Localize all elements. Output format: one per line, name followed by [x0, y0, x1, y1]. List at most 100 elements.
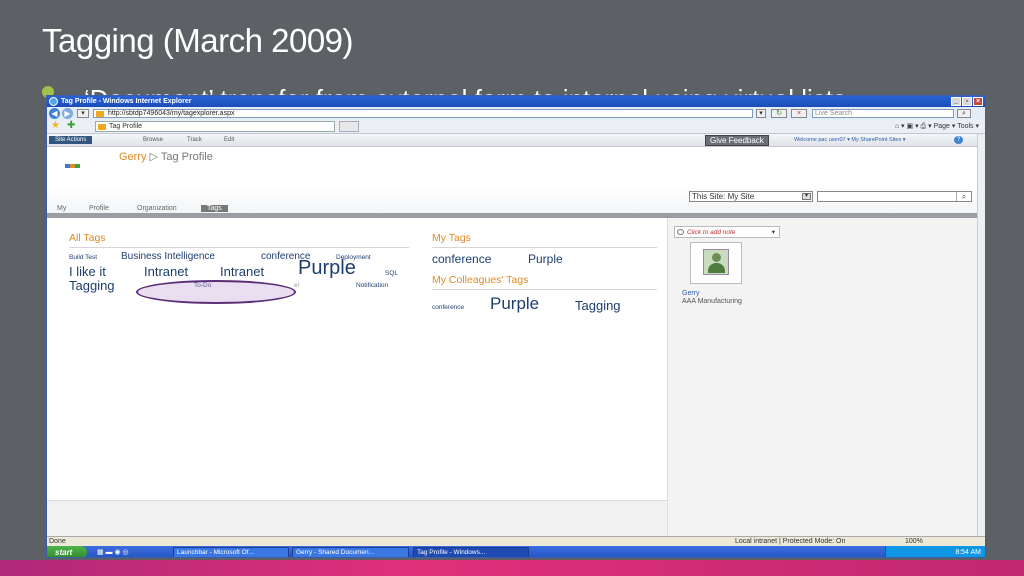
- tag-partial[interactable]: er: [294, 282, 300, 289]
- taskbar-item-tag-profile[interactable]: Tag Profile - Windows...: [413, 547, 529, 557]
- search-icon[interactable]: ⌕: [957, 109, 971, 118]
- stop-button[interactable]: ×: [791, 109, 807, 118]
- add-favorites-icon[interactable]: ✚: [67, 121, 75, 131]
- colleagues-tags-rule: [432, 289, 657, 290]
- refresh-button[interactable]: ↻: [771, 109, 787, 118]
- all-tags-rule: [69, 247, 409, 248]
- forward-button[interactable]: ▶: [62, 108, 73, 119]
- feeds-icon[interactable]: ▣ ▾: [907, 123, 919, 130]
- breadcrumb-separator: ▷: [149, 151, 159, 163]
- tab-tag-profile[interactable]: Tag Profile: [95, 121, 335, 132]
- new-tab-button[interactable]: [339, 121, 359, 132]
- tag-sql[interactable]: SQL: [385, 270, 398, 277]
- person-icon: [703, 249, 729, 275]
- vertical-scrollbar[interactable]: [977, 134, 985, 536]
- all-tags-heading: All Tags: [69, 232, 106, 244]
- history-dropdown[interactable]: ▾: [77, 109, 89, 118]
- profile-name[interactable]: Gerry: [682, 290, 700, 298]
- tab-organization[interactable]: Organization: [137, 205, 177, 212]
- taskbar-item-shared-documents[interactable]: Gerry - Shared Documen...: [292, 547, 409, 557]
- window-title: Tag Profile - Windows Internet Explorer: [61, 98, 192, 105]
- chevron-down-icon: ▾: [771, 229, 775, 236]
- ribbon-tab-browse[interactable]: Browse: [143, 137, 163, 143]
- maximize-button[interactable]: ▫: [962, 97, 972, 106]
- live-search-input[interactable]: Live Search: [812, 109, 954, 118]
- slide-title: Tagging (March 2009): [42, 22, 354, 59]
- system-tray: 8:54 AM: [885, 546, 985, 557]
- add-note-label: Click to add note: [687, 229, 736, 236]
- search-scope-select[interactable]: This Site: My Site ▾: [689, 191, 813, 202]
- window-controls: _ ▫ ×: [951, 97, 983, 106]
- colleague-tag-purple[interactable]: Purple: [490, 294, 539, 314]
- start-button[interactable]: start: [47, 546, 87, 557]
- profile-sidebar: Click to add note ▾ Gerry AAA Manufactur…: [667, 218, 979, 536]
- tag-intranet-2[interactable]: Intranet: [220, 264, 264, 279]
- tags-panel: All Tags Build Test Business Intelligenc…: [47, 218, 667, 500]
- site-logo-icon[interactable]: [65, 162, 81, 171]
- colleagues-tags-heading: My Colleagues' Tags: [432, 274, 529, 286]
- breadcrumb-page: Tag Profile: [160, 151, 213, 163]
- my-tags-rule: [432, 247, 657, 248]
- welcome-menu[interactable]: Welcome pac user07 ▾ My SharePoint Sites…: [794, 137, 906, 143]
- breadcrumb: Gerry ▷ Tag Profile: [119, 150, 213, 163]
- slide-footer-band: [0, 560, 1024, 576]
- print-icon[interactable]: ⎙ ▾: [921, 123, 932, 130]
- quick-launch-icons[interactable]: ▦ ▬ ◉ ◎: [97, 548, 129, 556]
- ribbon-tab-track[interactable]: Track: [187, 137, 202, 143]
- tag-intranet[interactable]: Intranet: [144, 264, 188, 279]
- address-input[interactable]: http://sbtdp7496043/my/tagexplorer.aspx: [93, 109, 753, 118]
- ribbon-tab-edit[interactable]: Edit: [224, 137, 234, 143]
- highlight-ellipse: [136, 280, 296, 304]
- ie-logo-icon: [49, 97, 58, 106]
- home-icon[interactable]: ⌂ ▾: [895, 123, 905, 130]
- favorites-bar: ★ ✚ Tag Profile ⌂ ▾ ▣ ▾ ⎙ ▾ Page ▾ Tools…: [47, 120, 985, 134]
- tag-business-intelligence[interactable]: Business Intelligence: [121, 251, 215, 262]
- address-toolbar: ◀ ▶ ▾ http://sbtdp7496043/my/tagexplorer…: [47, 107, 985, 120]
- give-feedback-button[interactable]: Give Feedback: [705, 135, 769, 146]
- sharepoint-ribbon: Site Actions Browse Track Edit Give Feed…: [47, 134, 979, 147]
- my-tag-conference[interactable]: conference: [432, 252, 491, 266]
- window-titlebar[interactable]: Tag Profile - Windows Internet Explorer …: [47, 96, 985, 107]
- address-dropdown[interactable]: ▾: [756, 109, 766, 118]
- tab-tags[interactable]: Tags: [201, 205, 228, 212]
- page-footer-area: [47, 500, 667, 536]
- add-note-button[interactable]: Click to add note ▾: [674, 226, 780, 238]
- search-scope-value: This Site: My Site: [692, 192, 755, 201]
- tab-title: Tag Profile: [109, 123, 143, 130]
- my-tag-purple[interactable]: Purple: [528, 252, 563, 266]
- clock: 8:54 AM: [955, 549, 981, 556]
- help-icon[interactable]: ?: [954, 136, 963, 144]
- page-content: Site Actions Browse Track Edit Give Feed…: [47, 134, 979, 536]
- tag-build-test[interactable]: Build Test: [69, 254, 97, 261]
- taskbar-item-launchbar[interactable]: Launchbar - Microsoft Of...: [173, 547, 289, 557]
- profile-company: AAA Manufacturing: [682, 298, 742, 305]
- tag-tagging[interactable]: Tagging: [69, 278, 115, 293]
- tag-purple[interactable]: Purple: [298, 257, 356, 280]
- windows-taskbar: start ▦ ▬ ◉ ◎ Launchbar - Microsoft Of..…: [47, 546, 985, 557]
- tab-profile[interactable]: Profile: [89, 205, 109, 212]
- top-navigation: This Site: My Site ▾ ⌕ My Profile Organi…: [47, 187, 979, 213]
- browser-window: Tag Profile - Windows Internet Explorer …: [46, 95, 986, 558]
- avatar[interactable]: [690, 242, 742, 284]
- chevron-down-icon: ▾: [802, 193, 811, 200]
- tag-i-like-it[interactable]: I like it: [69, 264, 106, 279]
- command-bar: ⌂ ▾ ▣ ▾ ⎙ ▾ Page ▾ Tools ▾: [895, 122, 979, 131]
- site-actions-button[interactable]: Site Actions: [49, 136, 93, 144]
- my-tags-heading: My Tags: [432, 232, 471, 244]
- command-tools[interactable]: Page ▾ Tools ▾: [934, 123, 979, 130]
- note-icon: [677, 229, 684, 235]
- tag-notification[interactable]: Notification: [356, 282, 388, 289]
- back-button[interactable]: ◀: [49, 108, 60, 119]
- colleague-tag-tagging[interactable]: Tagging: [575, 298, 621, 313]
- search-go-icon[interactable]: ⌕: [956, 192, 971, 201]
- favorites-star-icon[interactable]: ★: [51, 121, 60, 131]
- page-icon: [96, 111, 104, 117]
- tab-page-icon: [98, 124, 106, 130]
- address-url: http://sbtdp7496043/my/tagexplorer.aspx: [108, 110, 235, 117]
- colleague-tag-conference[interactable]: conference: [432, 304, 464, 311]
- tab-my[interactable]: My: [57, 205, 66, 212]
- close-button[interactable]: ×: [973, 97, 983, 106]
- site-search-input[interactable]: ⌕: [817, 191, 972, 202]
- minimize-button[interactable]: _: [951, 97, 961, 106]
- breadcrumb-user-link[interactable]: Gerry: [119, 151, 147, 163]
